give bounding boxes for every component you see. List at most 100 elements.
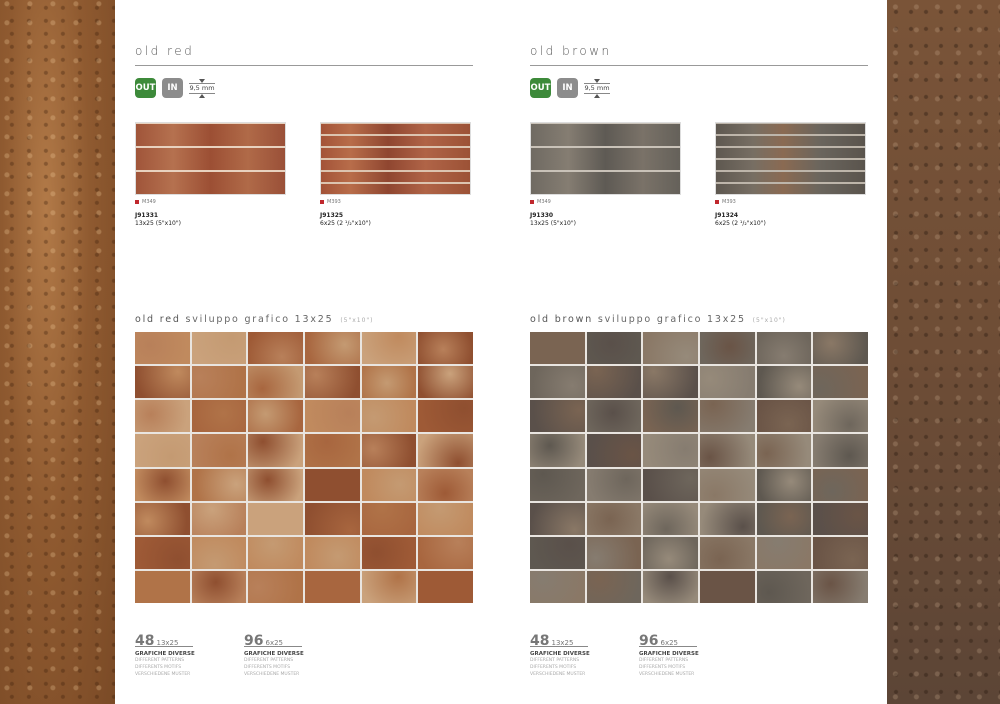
title-divider (530, 65, 868, 66)
tile-pattern-cell (248, 332, 303, 365)
tile-pattern-cell (135, 434, 190, 467)
tile-pattern-cell (305, 570, 360, 603)
tile-pattern-cell (586, 468, 642, 501)
tile-pattern-cell (191, 536, 247, 569)
tile-pattern-cell (191, 468, 247, 501)
tile-pattern-cell (361, 502, 417, 535)
tile-pattern-cell (530, 536, 585, 569)
tile-pattern-cell (530, 502, 585, 535)
tile-pattern-cell (813, 536, 868, 569)
tile-pattern-cell (305, 536, 360, 569)
tile-pattern-cell (586, 502, 642, 535)
tile-pattern-cell (361, 366, 417, 399)
grid-title: old red sviluppo grafico 13x25 (5"x10") (135, 314, 374, 325)
tile-pattern-cell (643, 502, 698, 535)
indoor-badge: IN (162, 78, 183, 98)
tile-pattern-cell (586, 400, 642, 433)
tile-pattern-cell (418, 536, 473, 569)
collection-old-brown: old brown OUT IN 9,5 mm M349 M393 J91330… (530, 0, 868, 704)
tile-sample-image (320, 122, 471, 195)
tile-pattern-cell (530, 434, 585, 467)
tile-pattern-cell (305, 366, 360, 399)
tile-pattern-cell (361, 434, 417, 467)
catalog-page: old red OUT IN 9,5 mm M349 M393 J91331 1… (115, 0, 887, 704)
tile-pattern-cell (643, 400, 698, 433)
red-square-icon (715, 200, 719, 204)
tile-pattern-cell (418, 468, 473, 501)
tile-pattern-cell (813, 570, 868, 603)
tile-pattern-cell (813, 366, 868, 399)
tile-pattern-cell (361, 400, 417, 433)
tile-pattern-cell (305, 468, 360, 501)
tile-sample-image (715, 122, 866, 195)
series-code: M393 (320, 199, 341, 205)
tile-pattern-cell (191, 332, 247, 365)
tile-pattern-cell (135, 536, 190, 569)
series-code: M349 (135, 199, 156, 205)
thickness-icon: 9,5 mm (584, 78, 610, 98)
product-size: 6x25 (2 ¹/₂"x10") (715, 220, 766, 227)
tile-pattern-cell (191, 400, 247, 433)
tile-pattern-cell (700, 570, 755, 603)
tile-sample-image (530, 122, 681, 195)
tile-pattern-cell (191, 434, 247, 467)
tile-pattern-cell (248, 434, 303, 467)
product-info: J91331 13x25 (5"x10") (135, 212, 181, 228)
stone-texture-right (887, 0, 1000, 704)
thickness-label: 9,5 mm (189, 82, 215, 94)
tile-pattern-cell (756, 468, 812, 501)
tile-pattern-cell (248, 366, 303, 399)
tile-pattern-cell (700, 468, 755, 501)
tile-pattern-cell (418, 400, 473, 433)
tile-pattern-cell (418, 332, 473, 365)
tile-pattern-cell (813, 400, 868, 433)
product-info: J91330 13x25 (5"x10") (530, 212, 576, 228)
tile-pattern-cell (248, 468, 303, 501)
tile-pattern-cell (135, 400, 190, 433)
tile-pattern-cell (305, 434, 360, 467)
indoor-badge: IN (557, 78, 578, 98)
tile-pattern-cell (530, 332, 585, 365)
tile-pattern-cell (361, 332, 417, 365)
tile-pattern-cell (586, 366, 642, 399)
tile-pattern-cell (135, 502, 190, 535)
tile-pattern-cell (248, 502, 303, 535)
tile-pattern-cell (756, 536, 812, 569)
thickness-label: 9,5 mm (584, 82, 610, 94)
tile-pattern-cell (643, 536, 698, 569)
tile-sample-image (135, 122, 286, 195)
tile-pattern-cell (248, 400, 303, 433)
tile-pattern-cell (586, 570, 642, 603)
stat-block: 96 6x25 GRAFICHE DIVERSE DIFFERENT PATTER… (639, 630, 699, 678)
tile-pattern-cell (135, 332, 190, 365)
tile-pattern-cell (643, 366, 698, 399)
tile-pattern-cell (191, 570, 247, 603)
product-code: J91331 (135, 212, 159, 219)
series-code: M349 (530, 199, 551, 205)
thickness-icon: 9,5 mm (189, 78, 215, 98)
usage-badges: OUT IN 9,5 mm (135, 78, 215, 98)
tile-pattern-cell (361, 536, 417, 569)
tile-pattern-cell (700, 366, 755, 399)
tile-pattern-cell (135, 366, 190, 399)
stat-block: 48 13x25 GRAFICHE DIVERSE DIFFERENT PATTE… (530, 630, 590, 678)
tile-pattern-cell (813, 332, 868, 365)
tile-pattern-cell (700, 536, 755, 569)
tile-pattern-cell (700, 400, 755, 433)
stat-block: 96 6x25 GRAFICHE DIVERSE DIFFERENT PATTER… (244, 630, 304, 678)
stone-texture-left (0, 0, 115, 704)
red-square-icon (320, 200, 324, 204)
tile-pattern-cell (756, 366, 812, 399)
stat-block: 48 13x25 GRAFICHE DIVERSE DIFFERENT PATTE… (135, 630, 195, 678)
tile-pattern-cell (305, 502, 360, 535)
tile-pattern-cell (248, 570, 303, 603)
tile-pattern-cell (530, 570, 585, 603)
series-code: M393 (715, 199, 736, 205)
tile-pattern-cell (530, 468, 585, 501)
product-code: J91324 (715, 212, 739, 219)
product-info: J91324 6x25 (2 ¹/₂"x10") (715, 212, 766, 228)
tile-pattern-cell (191, 366, 247, 399)
tile-pattern-cell (135, 570, 190, 603)
tile-pattern-grid (530, 332, 868, 603)
tile-pattern-cell (813, 502, 868, 535)
